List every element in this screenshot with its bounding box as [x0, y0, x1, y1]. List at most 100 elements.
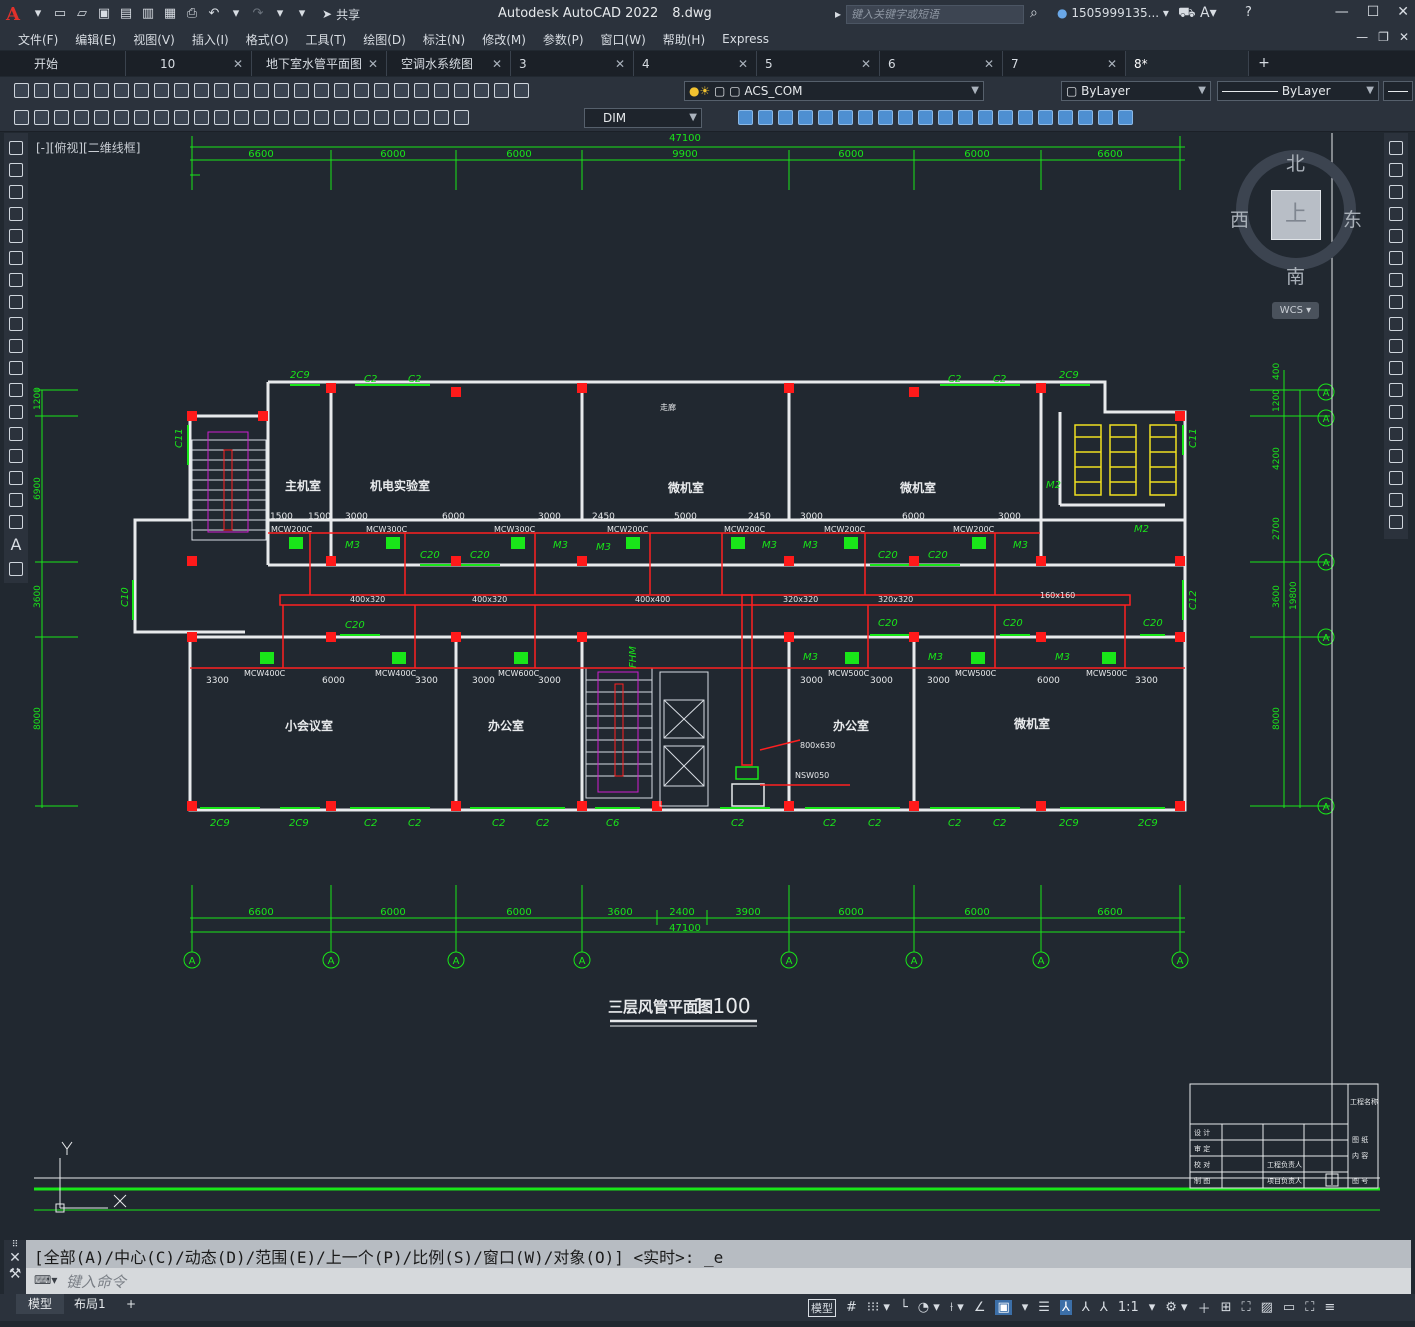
presspull-icon[interactable]	[878, 110, 893, 125]
properties-icon[interactable]	[374, 83, 389, 98]
paste-icon[interactable]	[194, 83, 209, 98]
tab-8-active[interactable]: 8*	[1126, 51, 1249, 76]
help-tool-icon[interactable]	[494, 83, 509, 98]
dim-text-edit-icon[interactable]	[434, 110, 449, 125]
menu-express[interactable]: Express	[722, 32, 779, 46]
baseline-dim-icon[interactable]	[254, 110, 269, 125]
tab-close-icon[interactable]: ✕	[368, 57, 378, 71]
fillet-edge-icon[interactable]	[978, 110, 993, 125]
open-file-icon[interactable]: ▱	[74, 6, 90, 22]
dim-edit-icon[interactable]	[414, 110, 429, 125]
ellipse-arc-icon[interactable]	[9, 361, 23, 375]
preview-icon[interactable]	[94, 83, 109, 98]
customize-qat-icon[interactable]: ▾	[294, 6, 310, 22]
compass-south[interactable]: 南	[1286, 262, 1305, 289]
menu-parametric[interactable]: 参数(P)	[543, 31, 594, 48]
annotation-visibility-icon[interactable]: ⅄	[1059, 1300, 1072, 1315]
flatshot-icon[interactable]	[958, 110, 973, 125]
layer-icon[interactable]	[514, 83, 529, 98]
continue-dim-icon[interactable]	[274, 110, 289, 125]
workspace-gear-icon[interactable]: ⚙ ▾	[1165, 1300, 1187, 1315]
block-icon[interactable]	[234, 83, 249, 98]
multiline-text-icon[interactable]: A	[4, 535, 28, 554]
cut-icon[interactable]	[154, 83, 169, 98]
polygon-icon[interactable]	[9, 207, 23, 221]
tab-10[interactable]: 10 ✕	[126, 51, 252, 76]
menu-help[interactable]: 帮助(H)	[663, 31, 715, 48]
customization-icon[interactable]: ≡	[1324, 1300, 1335, 1315]
viewport-controls-label[interactable]: [-][俯视][二维线框]	[36, 139, 140, 156]
copy-icon[interactable]	[174, 83, 189, 98]
array-icon[interactable]	[1389, 229, 1403, 243]
auto-scale-icon[interactable]: ⅄	[1082, 1300, 1090, 1315]
sweep-icon[interactable]	[838, 110, 853, 125]
linetype-dropdown[interactable]: ByLayer ▼	[1217, 81, 1379, 101]
menu-insert[interactable]: 插入(I)	[192, 31, 239, 48]
annotation-scale-value[interactable]: 1:1	[1118, 1300, 1139, 1315]
tab-layout1[interactable]: 布局1	[62, 1294, 118, 1314]
zoom-window-icon[interactable]	[334, 83, 349, 98]
menu-window[interactable]: 窗口(W)	[601, 31, 656, 48]
scale-icon[interactable]	[1389, 295, 1403, 309]
pan-icon[interactable]	[294, 83, 309, 98]
print-icon[interactable]	[74, 83, 89, 98]
close-command-icon[interactable]: ✕	[4, 1250, 26, 1266]
menu-tools[interactable]: 工具(T)	[306, 31, 357, 48]
isodraft-icon[interactable]: ⟊ ▾	[950, 1300, 964, 1315]
close-icon[interactable]: ✕	[1397, 4, 1409, 20]
region-icon[interactable]	[9, 493, 23, 507]
subtract-icon[interactable]	[758, 110, 773, 125]
extend-icon[interactable]	[1389, 361, 1403, 375]
revision-cloud-icon[interactable]	[9, 295, 23, 309]
autodesk-app-icon[interactable]: A▾	[1200, 5, 1217, 21]
center-mark-icon[interactable]	[354, 110, 369, 125]
line-icon[interactable]	[9, 141, 23, 155]
new-file-icon[interactable]: ▭	[52, 6, 68, 22]
ortho-icon[interactable]: └	[900, 1300, 908, 1315]
tab-close-icon[interactable]: ✕	[492, 57, 502, 71]
blend-icon[interactable]	[1389, 493, 1403, 507]
copy-obj-icon[interactable]	[1389, 163, 1403, 177]
break-icon[interactable]	[1389, 405, 1403, 419]
customize-wrench-icon[interactable]: ⚒	[4, 1266, 26, 1282]
command-recent-icon[interactable]: ⌨▾	[34, 1273, 57, 1287]
open-icon[interactable]	[34, 83, 49, 98]
tool-palette-icon[interactable]	[414, 83, 429, 98]
save-web-icon[interactable]: ▦	[162, 6, 178, 22]
quick-properties-icon[interactable]: ⛶	[1242, 1300, 1251, 1315]
menu-dimension[interactable]: 标注(N)	[423, 31, 475, 48]
ordinate-dim-icon[interactable]	[134, 110, 149, 125]
command-input-bar[interactable]: ⌨▾ 键入命令	[4, 1268, 1411, 1294]
menu-draw[interactable]: 绘图(D)	[363, 31, 416, 48]
erase-icon[interactable]	[1389, 141, 1403, 155]
compass-west[interactable]: 西	[1230, 205, 1249, 232]
aligned-dim-icon[interactable]	[94, 110, 109, 125]
save-icon[interactable]	[54, 83, 69, 98]
trim-icon[interactable]	[1389, 339, 1403, 353]
search-icon[interactable]: ⌕	[1030, 5, 1038, 21]
tab-basement-water[interactable]: 地下室水管平面图 ✕	[252, 51, 387, 76]
imprint-icon[interactable]	[1098, 110, 1113, 125]
angular-dim-icon[interactable]	[214, 110, 229, 125]
autocad-logo[interactable]: A	[6, 4, 24, 25]
zoom-previous-icon[interactable]	[354, 83, 369, 98]
arc-dim-icon[interactable]	[114, 110, 129, 125]
user-account[interactable]: ● 1505999135... ▾	[1057, 6, 1169, 20]
check-icon[interactable]	[1078, 110, 1093, 125]
inspect-icon[interactable]	[374, 110, 389, 125]
diameter-dim-icon[interactable]	[194, 110, 209, 125]
snap-icon[interactable]: ⁝⁝⁝ ▾	[867, 1300, 890, 1315]
polyline-icon[interactable]	[9, 185, 23, 199]
zoom-realtime-icon[interactable]	[314, 83, 329, 98]
table-draw-icon[interactable]	[9, 515, 23, 529]
tab-5[interactable]: 5 ✕	[757, 51, 880, 76]
sheet-set-icon[interactable]	[434, 83, 449, 98]
compass-east[interactable]: 东	[1343, 205, 1362, 232]
model-space-button[interactable]: 模型	[808, 1298, 836, 1317]
annotation-scale-icon[interactable]: ⅄	[1100, 1300, 1108, 1315]
separate-icon[interactable]	[1038, 110, 1053, 125]
wcs-menu[interactable]: WCS ▾	[1272, 302, 1319, 319]
thicken-icon[interactable]	[918, 110, 933, 125]
tab-close-icon[interactable]: ✕	[1107, 57, 1117, 71]
menu-file[interactable]: 文件(F)	[18, 31, 68, 48]
